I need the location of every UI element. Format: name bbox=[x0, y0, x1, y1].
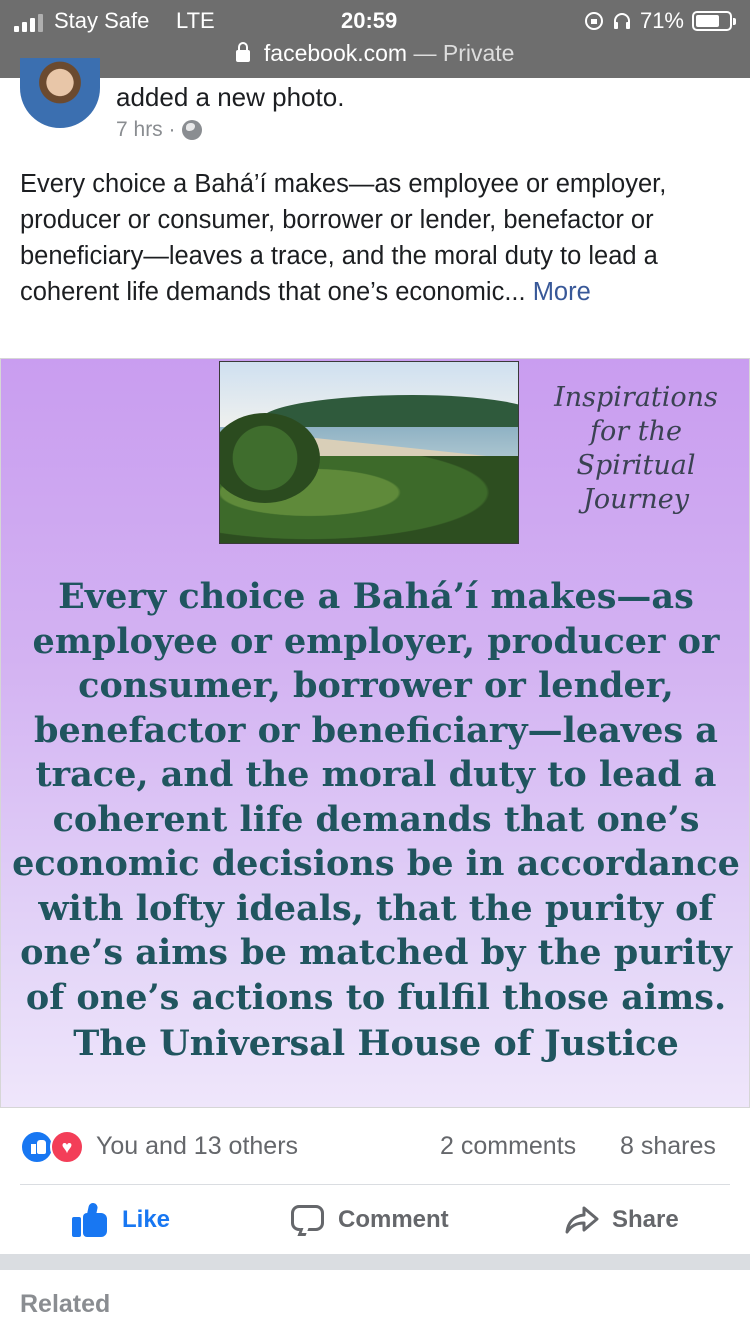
share-label: Share bbox=[612, 1206, 679, 1233]
like-button[interactable]: Like bbox=[72, 1200, 170, 1240]
like-label: Like bbox=[122, 1206, 171, 1233]
comments-count[interactable]: 2 comments bbox=[440, 1132, 576, 1161]
related-section: Related bbox=[0, 1270, 750, 1334]
divider bbox=[20, 1184, 730, 1185]
reactions-count[interactable]: You and 13 others bbox=[96, 1132, 298, 1161]
signal-strength-icon bbox=[14, 14, 43, 32]
rotation-lock-icon bbox=[584, 12, 603, 30]
comment-button[interactable]: Comment bbox=[290, 1200, 449, 1240]
comment-label: Comment bbox=[338, 1206, 449, 1233]
section-separator bbox=[0, 1254, 750, 1270]
status-bar: Stay Safe LTE 20:59 71% facebook.com — P… bbox=[0, 0, 750, 78]
post-timestamp[interactable]: 7 hrs · bbox=[116, 118, 176, 142]
url-host: facebook.com bbox=[263, 40, 408, 66]
battery-percent: 71% bbox=[639, 8, 684, 33]
reactions-row: ♥ You and 13 others 2 comments 8 shares bbox=[0, 1112, 750, 1184]
post-meta: 7 hrs · bbox=[116, 118, 202, 142]
like-reaction-icon bbox=[20, 1130, 54, 1164]
carrier-name: Stay Safe bbox=[54, 8, 150, 33]
shares-count[interactable]: 8 shares bbox=[620, 1132, 716, 1161]
battery-icon bbox=[692, 11, 736, 31]
post-body: Every choice a Bahá’í makes—as employee … bbox=[20, 166, 720, 310]
globe-icon bbox=[181, 120, 202, 140]
lock-icon bbox=[235, 42, 250, 62]
landscape-image bbox=[219, 361, 519, 544]
post-action-text: added a new photo. bbox=[116, 82, 345, 112]
comment-bubble-icon bbox=[290, 1204, 326, 1236]
reaction-icons[interactable]: ♥ bbox=[20, 1130, 86, 1164]
love-reaction-icon: ♥ bbox=[50, 1130, 84, 1164]
share-button[interactable]: Share bbox=[564, 1200, 679, 1240]
inspiration-title: Inspirations for the Spiritual Journey bbox=[554, 382, 718, 515]
related-heading: Related bbox=[20, 1290, 111, 1318]
avatar[interactable] bbox=[20, 58, 100, 128]
post-photo[interactable]: Inspirations for the Spiritual Journey E… bbox=[0, 358, 750, 1108]
url-private-label: — Private bbox=[413, 40, 515, 66]
clock: 20:59 bbox=[341, 8, 398, 33]
thumbs-up-icon bbox=[72, 1202, 110, 1237]
network-type: LTE bbox=[176, 8, 215, 33]
quote-attribution: The Universal House of Justice bbox=[73, 1023, 679, 1064]
address-bar[interactable]: facebook.com — Private bbox=[0, 40, 750, 67]
more-link[interactable]: More bbox=[533, 278, 591, 306]
headphones-icon bbox=[613, 13, 630, 29]
quote-text: Every choice a Bahá’í makes—as employee … bbox=[12, 576, 740, 1018]
share-arrow-icon bbox=[565, 1206, 599, 1234]
